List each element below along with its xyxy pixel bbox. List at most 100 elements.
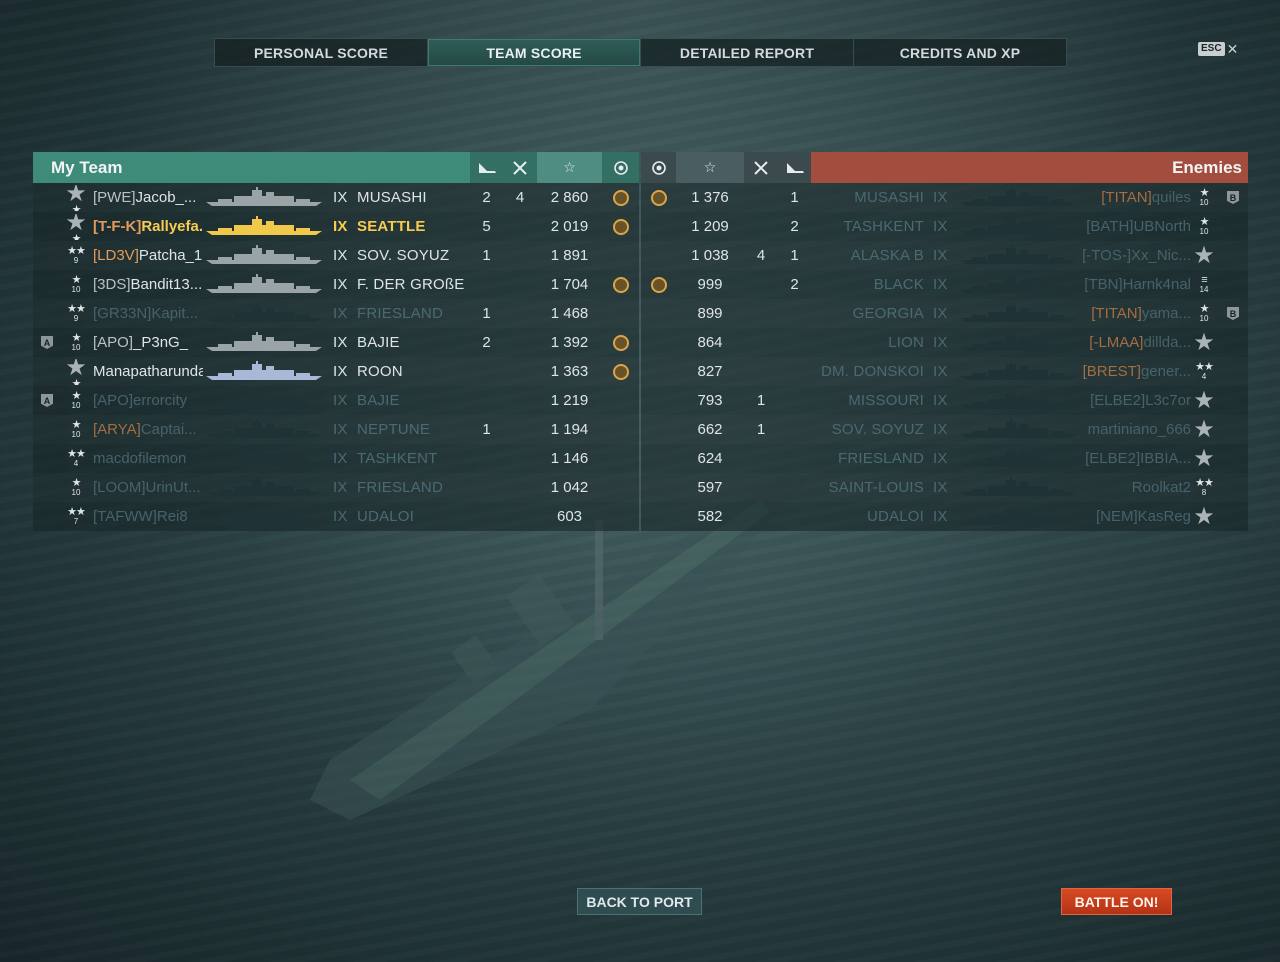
player-name: Manapatharunda bbox=[93, 363, 203, 380]
clan-tag: [LOOM] bbox=[93, 479, 146, 496]
tab-credits-and-xp[interactable]: CREDITS AND XP bbox=[854, 39, 1066, 66]
ship-tier: IX bbox=[933, 305, 948, 322]
my-team-panel: My Team ☆ ★ ★ [PWE]Jacob_... IX MUSASHI 2 4 2 8… bbox=[33, 152, 639, 531]
rank-icon: ★★ 9 bbox=[67, 303, 86, 324]
ship-silhouette-icon bbox=[960, 361, 1076, 380]
rank-icon: ★ 10 bbox=[71, 477, 82, 498]
base-xp-score: 1 219 bbox=[550, 392, 589, 409]
base-xp-score: 827 bbox=[697, 363, 723, 380]
player-row[interactable]: 662 1 SOV. SOYUZ IX martiniano_666 ★ bbox=[641, 415, 1248, 444]
ship-tier: IX bbox=[333, 334, 348, 351]
ships-destroyed-count: 1 bbox=[482, 247, 491, 264]
player-row[interactable]: 899 GEORGIA IX [TITAN]yama... ★ 10 B bbox=[641, 299, 1248, 328]
player-row[interactable]: 1 038 4 1 ALASKA B IX [-TOS-]Xx_Nic... ★ bbox=[641, 241, 1248, 270]
ship-silhouette-icon bbox=[206, 361, 322, 380]
player-name: [APO]errorcity bbox=[93, 392, 188, 409]
division-badge: B bbox=[1227, 307, 1239, 320]
tab-personal-score[interactable]: PERSONAL SCORE bbox=[215, 39, 428, 66]
ship-name: F. DER GROßE bbox=[357, 276, 465, 293]
player-row[interactable]: ★ 10 [LOOM]UrinUt... IX FRIESLAND 1 042 bbox=[33, 473, 639, 502]
player-name: macdofilemon bbox=[93, 450, 187, 467]
player-row[interactable]: 1 209 2 TASHKENT IX [BATH]UBNorth ★ 10 bbox=[641, 212, 1248, 241]
ship-tier: IX bbox=[933, 218, 948, 235]
ship-tier: IX bbox=[333, 305, 348, 322]
ship-tier: IX bbox=[333, 363, 348, 380]
player-row[interactable]: 582 UDALOI IX [NEM]KasReg ★ bbox=[641, 502, 1248, 531]
planes-destroyed-count: 1 bbox=[756, 421, 766, 438]
ship-tier: IX bbox=[933, 363, 948, 380]
player-row[interactable]: ★★ 9 [LD3V]Patcha_1 IX SOV. SOYUZ 1 1 891 bbox=[33, 241, 639, 270]
ship-tier: IX bbox=[333, 189, 348, 206]
base-xp-star-icon: ☆ bbox=[676, 152, 744, 183]
player-row[interactable]: 999 2 BLACK IX [TBN]Harnk4nal ≡ 14 bbox=[641, 270, 1248, 299]
base-xp-score: 2 860 bbox=[550, 189, 589, 206]
clan-tag: [APO] bbox=[93, 392, 134, 409]
player-row[interactable]: 624 FRIESLAND IX [ELBE2]IBBIA... ★ bbox=[641, 444, 1248, 473]
ship-silhouette-icon bbox=[206, 419, 322, 438]
achievements-icon bbox=[641, 152, 676, 183]
player-name: [3DS]Bandit13... bbox=[93, 276, 203, 293]
ship-tier: IX bbox=[333, 479, 348, 496]
player-row[interactable]: 597 SAINT-LOUIS IX Roolkat2 ★★ 8 bbox=[641, 473, 1248, 502]
player-row[interactable]: 793 1 MISSOURI IX [ELBE2]L3c7or ★ bbox=[641, 386, 1248, 415]
ship-name: LION bbox=[888, 334, 924, 351]
ship-tier: IX bbox=[933, 247, 948, 264]
battle-on-button[interactable]: BATTLE ON! bbox=[1061, 888, 1172, 915]
ship-silhouette-icon bbox=[206, 477, 322, 496]
close-button[interactable]: ESC ✕ bbox=[1198, 42, 1238, 56]
division-badge: A bbox=[41, 336, 53, 349]
ship-silhouette-icon bbox=[960, 332, 1076, 351]
ship-name: FRIESLAND bbox=[357, 479, 443, 496]
player-name: [TITAN]quiles bbox=[1101, 189, 1191, 206]
ship-silhouette-icon bbox=[206, 332, 322, 351]
my-team-list: ★ ★ [PWE]Jacob_... IX MUSASHI 2 4 2 860 ★ ★ [T-F-K… bbox=[33, 183, 639, 531]
rank-icon: ★ bbox=[1193, 417, 1215, 443]
rank-icon: ★★ 8 bbox=[1195, 477, 1214, 498]
clan-tag: [ARYA] bbox=[93, 421, 141, 438]
clan-tag: [LD3V] bbox=[93, 247, 139, 264]
ship-name: MUSASHI bbox=[854, 189, 924, 206]
base-xp-score: 603 bbox=[556, 508, 583, 525]
achievement-medal-icon bbox=[613, 363, 629, 380]
player-row[interactable]: A ★ 10 [APO]errorcity IX BAJIE 1 219 bbox=[33, 386, 639, 415]
clan-tag: [3DS] bbox=[93, 276, 131, 293]
base-xp-score: 1 704 bbox=[550, 276, 589, 293]
player-row[interactable]: ★★ 4 macdofilemon IX TASHKENT 1 146 bbox=[33, 444, 639, 473]
ship-tier: IX bbox=[933, 479, 948, 496]
back-to-port-button[interactable]: BACK TO PORT bbox=[577, 888, 702, 915]
clan-tag: [-TOS-] bbox=[1082, 247, 1131, 264]
player-row[interactable]: ★ 10 [ARYA]Captai... IX NEPTUNE 1 1 194 bbox=[33, 415, 639, 444]
ship-silhouette-icon bbox=[206, 245, 322, 264]
tab-detailed-report[interactable]: DETAILED REPORT bbox=[641, 39, 854, 66]
ship-silhouette-icon bbox=[960, 274, 1076, 293]
clan-tag: [PWE] bbox=[93, 189, 136, 206]
player-row[interactable]: 1 376 1 MUSASHI IX [TITAN]quiles ★ 10 B bbox=[641, 183, 1248, 212]
rank-icon: ★ ★ bbox=[65, 185, 87, 211]
tab-team-score[interactable]: TEAM SCORE bbox=[428, 39, 641, 66]
player-name: [TBN]Harnk4nal bbox=[1084, 276, 1191, 293]
player-row[interactable]: ★ 10 [3DS]Bandit13... IX F. DER GROßE 1 704 bbox=[33, 270, 639, 299]
ship-name: BLACK bbox=[873, 276, 924, 293]
rank-icon: ★ bbox=[1193, 504, 1215, 530]
player-name: [NEM]KasReg bbox=[1095, 508, 1191, 525]
rank-icon: ★ 10 bbox=[1199, 187, 1210, 208]
ships-destroyed-count: 2 bbox=[790, 276, 799, 293]
player-row[interactable]: ★ ★ Manapatharunda IX ROON 1 363 bbox=[33, 357, 639, 386]
clan-tag: [ELBE2] bbox=[1090, 392, 1146, 409]
player-name: [TAFWW]Rei8 bbox=[93, 508, 188, 525]
ship-silhouette-icon bbox=[960, 477, 1076, 496]
player-row[interactable]: A ★ 10 [APO]_P3nG_ IX BAJIE 2 1 392 bbox=[33, 328, 639, 357]
player-row[interactable]: ★★ [T-F-K]Rallyefa... IX SEATTLE 5 2 019 bbox=[33, 212, 639, 241]
player-name: Roolkat2 bbox=[1131, 479, 1191, 496]
base-xp-score: 864 bbox=[697, 334, 723, 351]
player-row[interactable]: 827 DM. DONSKOI IX [BREST]gener... ★★ 4 bbox=[641, 357, 1248, 386]
player-row[interactable]: ★ ★ [PWE]Jacob_... IX MUSASHI 2 4 2 860 bbox=[33, 183, 639, 212]
base-xp-score: 1 376 bbox=[691, 189, 729, 206]
player-row[interactable]: ★★ 7 [TAFWW]Rei8 IX UDALOI 603 bbox=[33, 502, 639, 531]
achievement-medal-icon bbox=[651, 189, 667, 206]
enemies-panel: ☆ Enemies 1 376 1 MUSASHI IX [TITAN]quiles ★ 1… bbox=[641, 152, 1248, 531]
ship-tier: IX bbox=[933, 189, 948, 206]
player-row[interactable]: 864 LION IX [-LMAA]dillda... ★ bbox=[641, 328, 1248, 357]
player-row[interactable]: ★★ 9 [GR33N]Kapit... IX FRIESLAND 1 1 468 bbox=[33, 299, 639, 328]
base-xp-score: 1 042 bbox=[550, 479, 589, 496]
